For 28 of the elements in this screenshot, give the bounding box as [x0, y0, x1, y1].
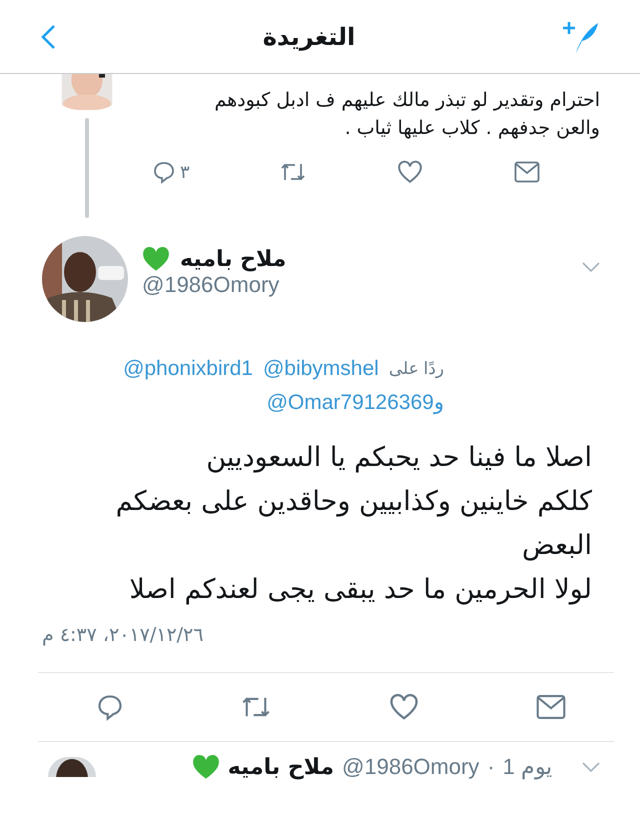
mention-link[interactable]: @Omar79126369: [266, 388, 434, 418]
tweet-text-line: احترام وتقدير لو تبذر مالك عليهم ف ادبل كبودهم: [213, 88, 600, 113]
conjunction: و: [434, 390, 444, 416]
mention-link[interactable]: @phonixbird1: [123, 354, 253, 384]
author-name: ملاح باميه: [180, 246, 286, 272]
mention-link[interactable]: @bibymshel: [262, 354, 379, 384]
tweet-text-line: لولا الحرمين ما حد يبقى يجى لعندكم اصلا: [128, 573, 592, 607]
reply-count: ٣: [180, 162, 190, 182]
tweet-text-line: والعن جدفهم . كلاب عليها ثياب .: [344, 116, 600, 141]
heart-icon[interactable]: [388, 693, 419, 721]
tweet-text-line: كلكم خاينين وكذابيين وحاقدين على بعضكم البعض: [114, 485, 592, 563]
mail-icon[interactable]: [536, 694, 566, 720]
page-title: التغريدة: [262, 22, 356, 50]
tweet-text-line: اصلا ما فينا حد يحبكم يا السعوديين: [205, 441, 592, 475]
reply-icon[interactable]: [152, 160, 176, 184]
heart-icon: [142, 246, 170, 272]
heart-icon: [192, 754, 220, 780]
timestamp: ٢٠١٧/١٢/٢٦، ٤:٣٧ م: [41, 623, 204, 646]
reply-label: ردًا على: [388, 358, 444, 380]
separator-dot: ·: [487, 754, 495, 780]
author-handle: @1986Omory: [142, 272, 280, 298]
mail-icon[interactable]: [514, 161, 540, 183]
author-handle: @1986Omory: [342, 754, 480, 780]
author-name: ملاح باميه: [228, 754, 334, 780]
heart-icon[interactable]: [397, 160, 424, 184]
back-icon[interactable]: [40, 24, 56, 50]
reply-icon[interactable]: [96, 693, 124, 721]
tweet-age: 1 يوم: [502, 754, 552, 780]
